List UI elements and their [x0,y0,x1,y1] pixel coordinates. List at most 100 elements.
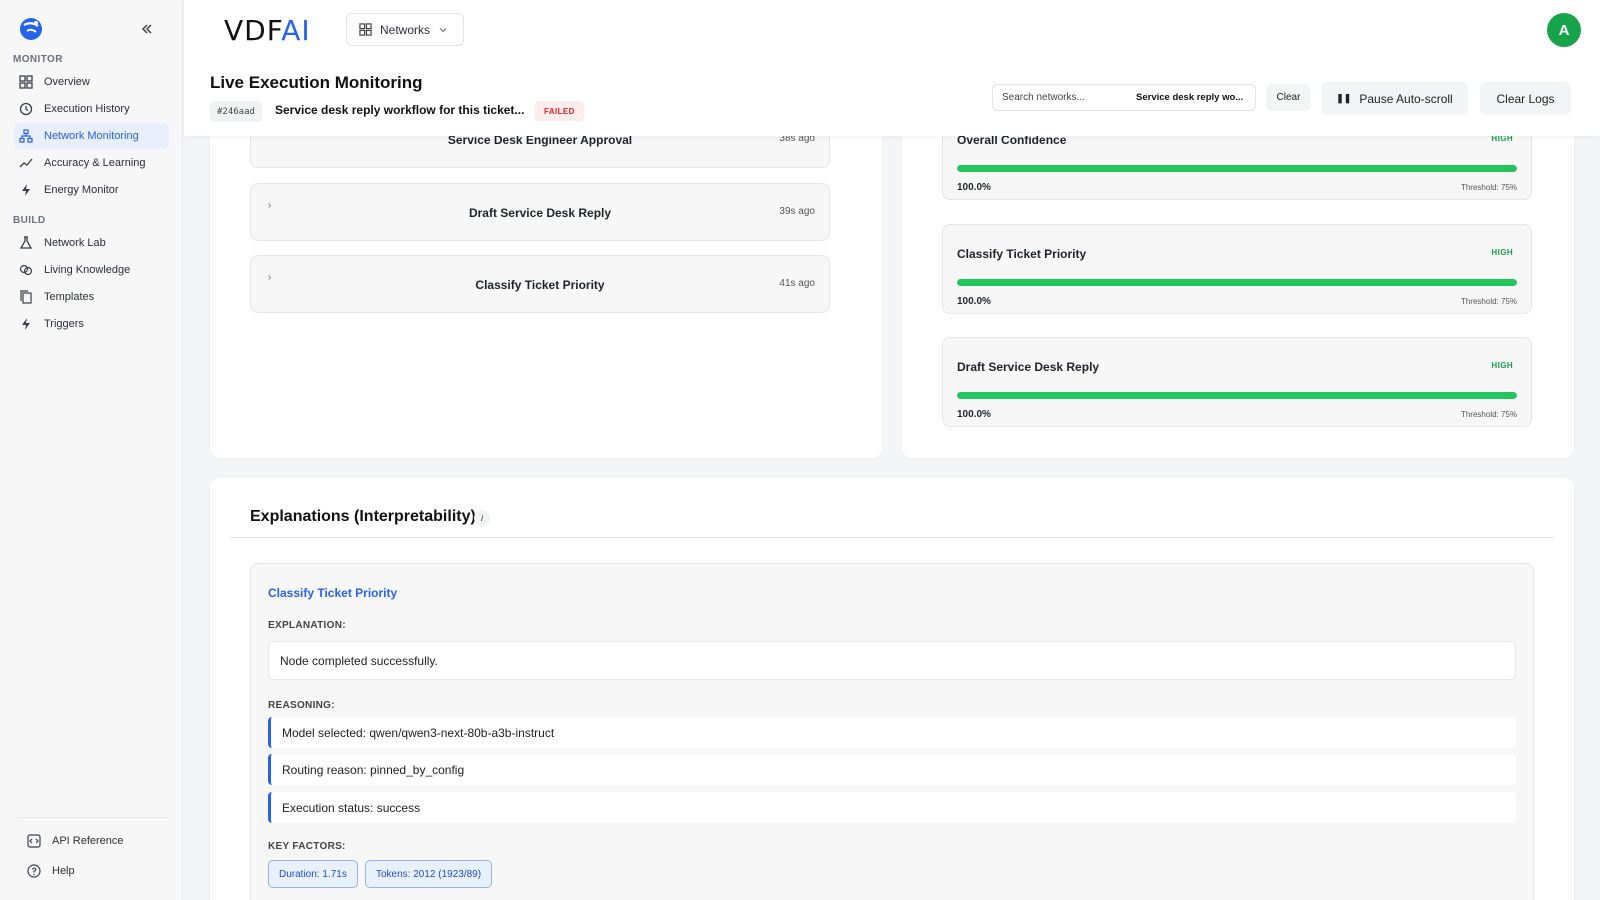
sidebar-item-help[interactable]: Help [26,860,166,882]
network-icon [18,128,34,144]
sidebar-item-label: Living Knowledge [44,264,131,276]
confidence-name: Classify Ticket Priority [957,247,1087,261]
divider [230,537,1554,538]
execution-log-title: Classify Ticket Priority [475,278,605,292]
clear-logs-button[interactable]: Clear Logs [1480,82,1571,115]
sidebar-item-label: Templates [44,291,95,303]
chevron-down-icon [438,25,448,35]
history-icon [18,101,34,117]
sidebar-item-label: Network Monitoring [44,130,139,142]
reasoning-label: REASONING: [268,700,335,711]
sidebar-item-label: Execution History [44,103,130,115]
pause-label: Pause Auto-scroll [1359,91,1453,106]
sidebar-item-label: Accuracy & Learning [44,157,146,169]
execution-log-item[interactable]: › Draft Service Desk Reply 39s ago [250,183,830,241]
confidence-card: Draft Service Desk Reply HIGH 100.0% Thr… [942,337,1532,427]
key-factor-chip: Duration: 1.71s [268,860,358,888]
confidence-bar [957,279,1517,286]
execution-log-title: Draft Service Desk Reply [468,206,612,220]
confidence-level-badge: HIGH [1491,248,1513,257]
confidence-level-badge: HIGH [1491,361,1513,370]
execution-id-badge: #246aad [210,101,262,122]
pause-autoscroll-button[interactable]: ❚❚ Pause Auto-scroll [1321,82,1468,115]
flask-icon [18,235,34,251]
sidebar-item-overview[interactable]: Overview [14,69,169,95]
reasoning-item: Model selected: qwen/qwen3-next-80b-a3b-… [268,717,1516,748]
confidence-threshold: Threshold: 75% [1460,183,1517,192]
sidebar-item-templates[interactable]: Templates [14,284,169,310]
explanation-card: Classify Ticket Priority EXPLANATION: No… [250,563,1534,900]
confidence-percent: 100.0% [957,296,991,307]
status-badge: FAILED [535,101,584,121]
sidebar-item-energy-monitor[interactable]: Energy Monitor [14,177,169,203]
section-label-build: BUILD [13,215,46,226]
selected-network[interactable]: Service desk reply wo... [1136,92,1243,103]
key-factor-chip: Tokens: 2012 (1923/89) [365,860,493,888]
sidebar-item-label: API Reference [52,835,124,847]
confidence-bar-fill [957,165,1517,172]
sidebar-item-network-lab[interactable]: Network Lab [14,230,169,256]
execution-log-item[interactable]: › Classify Ticket Priority 41s ago [250,255,830,313]
explanation-node-title[interactable]: Classify Ticket Priority [268,586,397,600]
grid-icon [359,23,372,36]
explanation-label: EXPLANATION: [268,620,346,631]
confidence-threshold: Threshold: 75% [1460,297,1517,306]
code-icon [26,833,42,849]
brand-accent: AI [281,14,311,47]
confidence-bar [957,392,1517,399]
brand-main: VDF [224,14,282,47]
clear-search-button[interactable]: Clear [1266,84,1311,111]
avatar[interactable]: A [1547,13,1581,47]
confidence-name: Draft Service Desk Reply [957,360,1100,374]
grid-icon [18,74,34,90]
confidence-threshold: Threshold: 75% [1460,410,1517,419]
collapse-sidebar-icon[interactable] [139,21,155,37]
explanations-title: Explanations (Interpretability) [250,508,476,525]
sidebar-item-api-reference[interactable]: API Reference [26,830,166,852]
confidence-percent: 100.0% [957,409,991,420]
app-logo-icon[interactable] [19,17,43,41]
confidence-card: Classify Ticket Priority HIGH 100.0% Thr… [942,224,1532,314]
sidebar-item-living-knowledge[interactable]: Living Knowledge [14,257,169,283]
pause-icon: ❚❚ [1336,93,1352,103]
sidebar-item-network-monitoring[interactable]: Network Monitoring [14,123,169,149]
explanations-panel: Explanations (Interpretability) i Classi… [210,478,1574,900]
execution-log-time: 39s ago [779,206,815,217]
bolt-icon [18,182,34,198]
trend-icon [18,155,34,171]
confidence-bar-fill [957,392,1517,399]
sidebar-item-execution-history[interactable]: Execution History [14,96,169,122]
confidence-percent: 100.0% [957,182,991,193]
execution-log-time: 41s ago [779,278,815,289]
reasoning-item: Execution status: success [268,792,1516,823]
bolt-icon [18,316,34,332]
page-title: Live Execution Monitoring [210,73,423,92]
search-input[interactable] [1002,92,1132,103]
sidebar-item-triggers[interactable]: Triggers [14,311,169,337]
sidebar-divider [18,817,168,818]
sidebar-item-label: Network Lab [44,237,106,249]
sidebar: MONITOR Overview Execution History Netwo… [0,0,183,900]
sidebar-item-label: Triggers [44,318,84,330]
sidebar-item-label: Overview [44,76,90,88]
top-bar: VDFAI Networks A Live Execution Monitori… [184,0,1600,136]
sidebar-item-accuracy-learning[interactable]: Accuracy & Learning [14,150,169,176]
explanation-text: Node completed successfully. [268,641,1516,680]
brain-icon [18,262,34,278]
section-label-monitor: MONITOR [13,54,63,65]
sidebar-item-label: Help [52,865,75,877]
info-icon[interactable]: i [474,510,490,526]
sidebar-item-label: Energy Monitor [44,184,119,196]
networks-label: Networks [380,22,431,37]
execution-log-panel: Service Desk Engineer Approval 38s ago ›… [210,100,882,458]
brand-logo[interactable]: VDFAI [224,14,311,47]
network-search[interactable]: Service desk reply wo... [992,84,1256,111]
help-icon [26,863,42,879]
key-factors-label: KEY FACTORS: [268,841,346,852]
networks-dropdown[interactable]: Networks [346,13,464,46]
copy-icon [18,289,34,305]
execution-name: Service desk reply workflow for this tic… [275,103,525,117]
reasoning-item: Routing reason: pinned_by_config [268,754,1516,785]
confidence-bar-fill [957,279,1517,286]
confidence-bar [957,165,1517,172]
